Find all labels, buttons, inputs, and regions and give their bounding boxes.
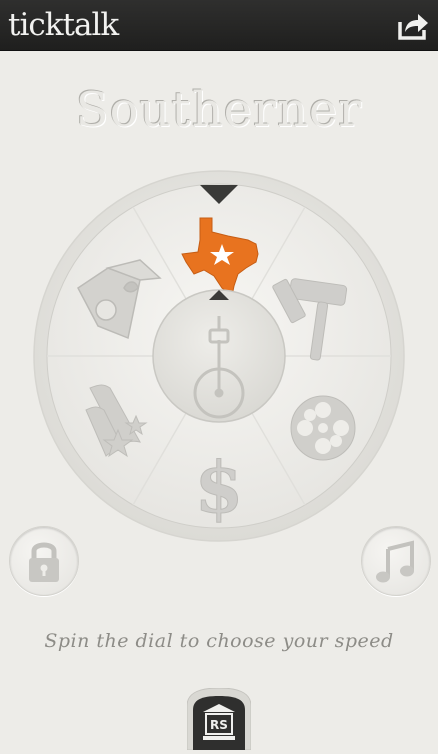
share-icon [398,14,428,40]
top-bar: ticktalk [0,0,438,51]
svg-text:$: $ [195,446,244,529]
film-reel-icon[interactable] [290,395,356,461]
lock-button[interactable] [9,526,79,596]
rs-tab-label: RS [210,718,228,732]
page-title: Southerner [75,82,363,138]
speed-dial[interactable]: $ [0,170,438,560]
lock-icon [29,542,59,582]
app-logo: ticktalk [8,7,119,43]
rs-tab-shape: RS [186,687,252,751]
share-button[interactable] [396,8,430,42]
dollar-icon[interactable]: $ [194,446,244,530]
music-button[interactable] [361,526,431,596]
music-note-icon [376,540,414,583]
instruction-text: Spin the dial to choose your speed [44,630,394,652]
rs-tab-button[interactable]: RS [186,687,252,751]
